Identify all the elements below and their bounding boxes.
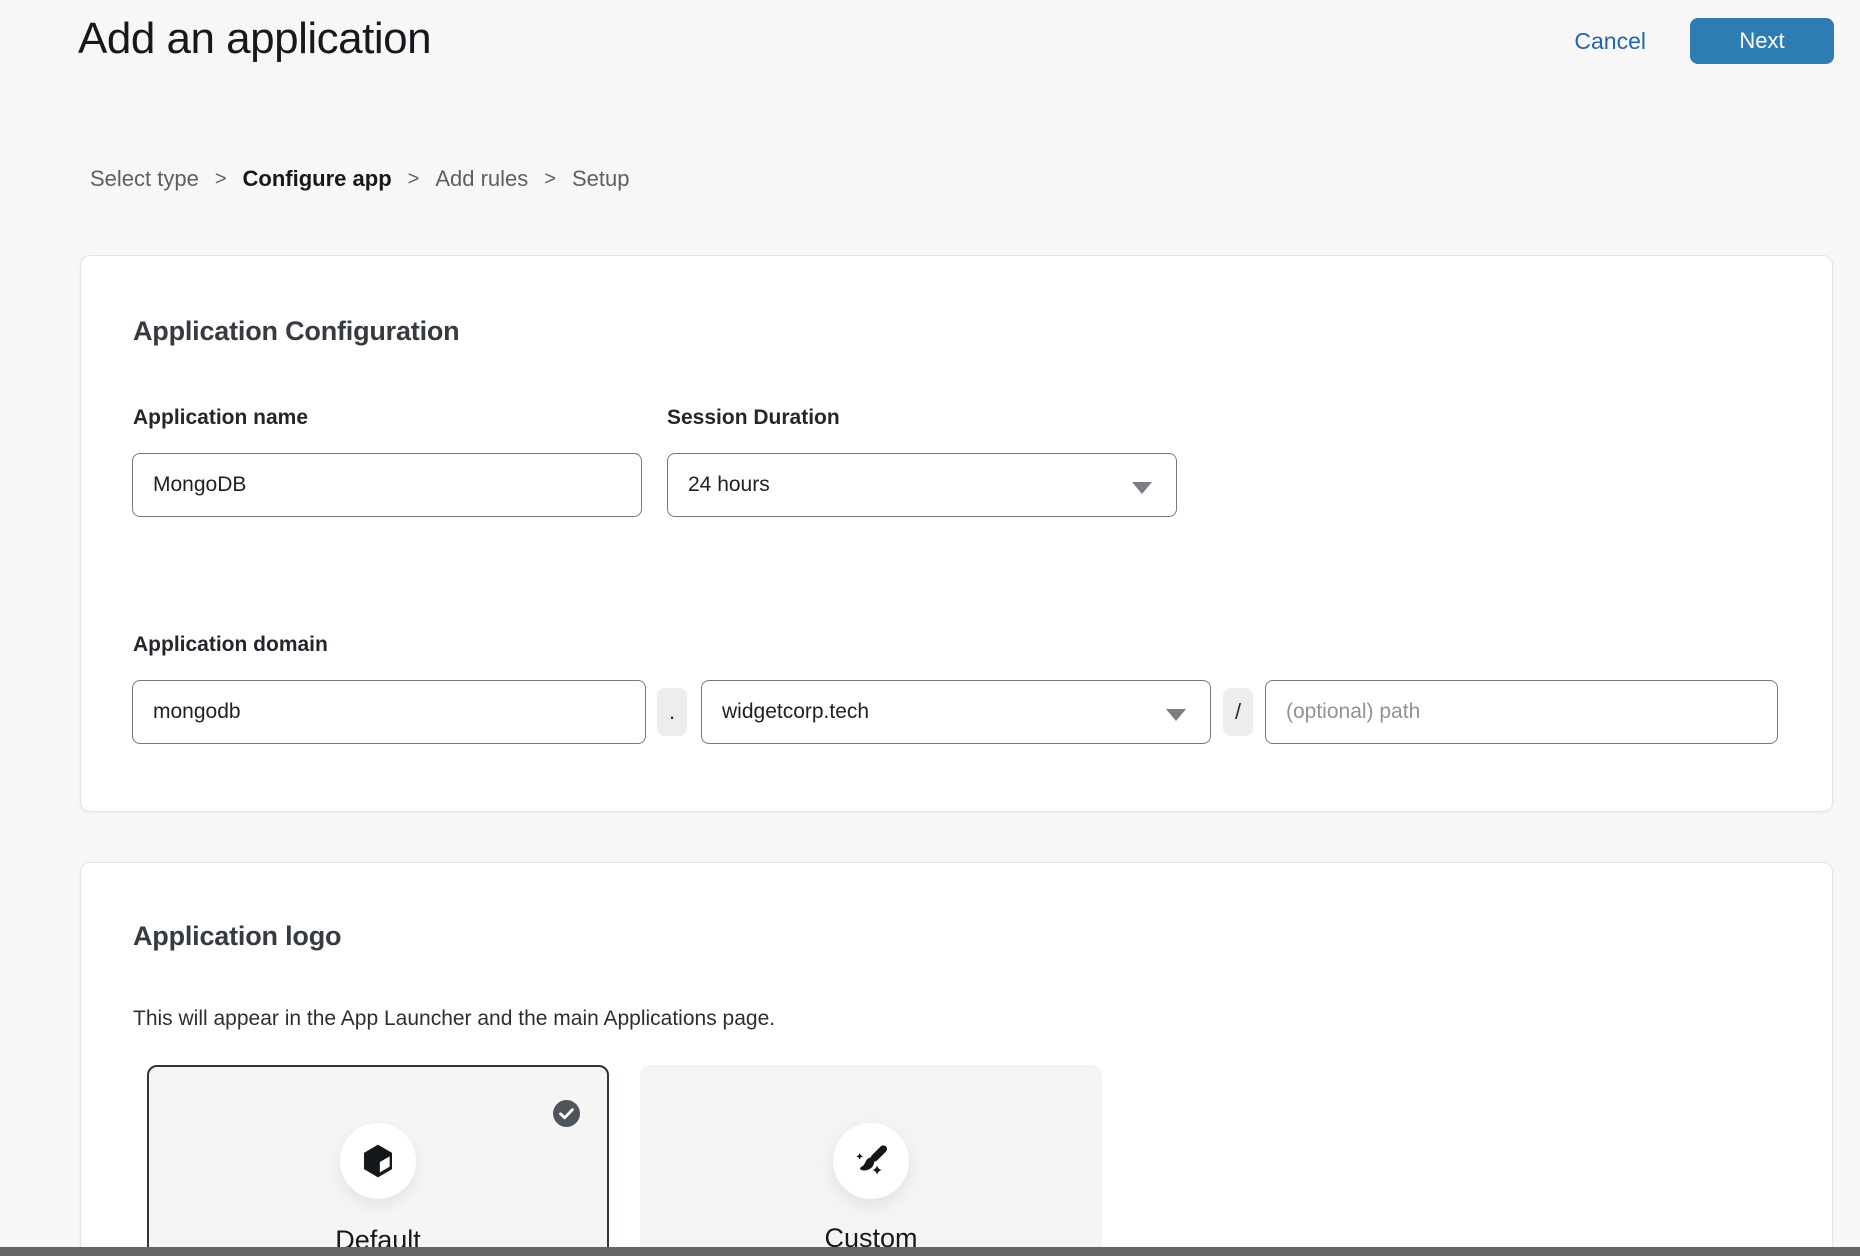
breadcrumb-step-configure-app[interactable]: Configure app bbox=[243, 166, 392, 192]
breadcrumb-step-add-rules[interactable]: Add rules bbox=[435, 166, 528, 192]
application-name-input[interactable] bbox=[132, 453, 642, 517]
application-configuration-card: Application Configuration Application na… bbox=[80, 255, 1833, 812]
bottom-edge-bar bbox=[0, 1247, 1860, 1256]
breadcrumb-step-setup[interactable]: Setup bbox=[572, 166, 630, 192]
domain-select-value: widgetcorp.tech bbox=[722, 700, 869, 724]
page-title: Add an application bbox=[78, 14, 431, 64]
logo-option-default[interactable]: Default bbox=[147, 1065, 609, 1256]
chevron-down-icon bbox=[1166, 709, 1186, 721]
logo-card-description: This will appear in the App Launcher and… bbox=[133, 1007, 775, 1031]
custom-logo-circle bbox=[833, 1123, 909, 1199]
application-name-label: Application name bbox=[133, 406, 308, 430]
breadcrumb-separator: > bbox=[215, 168, 227, 191]
slash-separator: / bbox=[1223, 688, 1253, 736]
application-logo-card: Application logo This will appear in the… bbox=[80, 862, 1833, 1256]
config-card-heading: Application Configuration bbox=[133, 316, 459, 347]
breadcrumb-step-select-type[interactable]: Select type bbox=[90, 166, 199, 192]
dot-separator: . bbox=[657, 688, 687, 736]
subdomain-input[interactable] bbox=[132, 680, 646, 744]
breadcrumb: Select type > Configure app > Add rules … bbox=[90, 166, 629, 192]
domain-select[interactable]: widgetcorp.tech bbox=[701, 680, 1211, 744]
logo-card-heading: Application logo bbox=[133, 921, 341, 952]
header-actions: Cancel Next bbox=[1574, 18, 1834, 64]
chevron-down-icon bbox=[1132, 482, 1152, 494]
cube-icon bbox=[358, 1141, 398, 1181]
session-duration-label: Session Duration bbox=[667, 406, 840, 430]
session-duration-value: 24 hours bbox=[688, 473, 770, 497]
application-domain-label: Application domain bbox=[133, 633, 328, 657]
logo-option-custom[interactable]: Custom bbox=[640, 1065, 1102, 1256]
default-logo-circle bbox=[340, 1123, 416, 1199]
breadcrumb-separator: > bbox=[408, 168, 420, 191]
breadcrumb-separator: > bbox=[544, 168, 556, 191]
path-input[interactable] bbox=[1265, 680, 1778, 744]
paintbrush-icon bbox=[851, 1141, 891, 1181]
session-duration-select[interactable]: 24 hours bbox=[667, 453, 1177, 517]
next-button[interactable]: Next bbox=[1690, 18, 1834, 64]
cancel-button[interactable]: Cancel bbox=[1574, 28, 1646, 55]
selected-check-icon bbox=[553, 1100, 580, 1127]
